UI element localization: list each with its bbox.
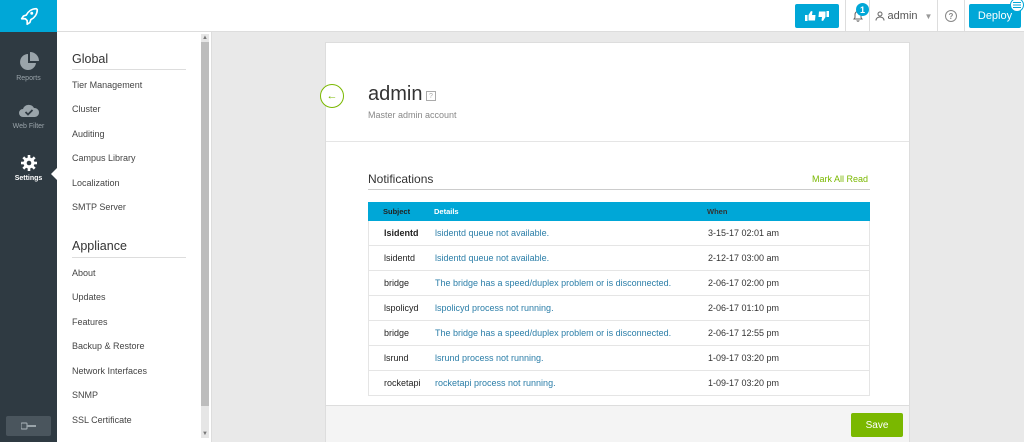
save-button[interactable]: Save <box>851 413 903 437</box>
row-subject: lsidentd <box>384 228 419 238</box>
column-header-subject[interactable]: Subject <box>368 207 419 216</box>
cloud-check-icon <box>18 104 39 117</box>
question-icon: ? <box>945 10 957 22</box>
menu-item-features[interactable]: Features <box>72 317 108 327</box>
back-arrow-icon[interactable]: ← <box>320 84 344 108</box>
notification-count-badge: 1 <box>856 3 869 16</box>
table-row[interactable]: lsrund lsrund process not running. 1-09-… <box>368 346 870 371</box>
row-subject: lsidentd <box>384 253 416 263</box>
table-header: Subject Details When <box>368 202 870 221</box>
menu-section-appliance: Appliance <box>72 239 127 253</box>
rail-label-reports: Reports <box>16 75 41 82</box>
menu-item-about[interactable]: About <box>72 268 96 278</box>
deploy-label: Deploy <box>977 10 1013 22</box>
menu-item-tier-management[interactable]: Tier Management <box>72 80 142 90</box>
row-when: 1-09-17 03:20 pm <box>708 353 780 363</box>
row-details[interactable]: rocketapi process not running. <box>420 378 693 388</box>
feedback-thumbs-button[interactable] <box>795 4 839 28</box>
row-subject: bridge <box>384 278 410 288</box>
table-row[interactable]: lsidentd lsidentd queue not available. 3… <box>368 221 870 246</box>
row-when: 2-12-17 03:00 am <box>708 253 780 263</box>
column-header-when[interactable]: When <box>692 207 870 216</box>
notifications-table: Subject Details When lsidentd lsidentd q… <box>368 202 870 396</box>
rail-item-reports[interactable]: Reports <box>0 52 57 102</box>
menu-item-auditing[interactable]: Auditing <box>72 129 105 139</box>
row-subject: bridge <box>384 328 410 338</box>
table-row[interactable]: bridge The bridge has a speed/duplex pro… <box>368 271 870 296</box>
menu-item-cluster[interactable]: Cluster <box>72 104 101 114</box>
row-details[interactable]: The bridge has a speed/duplex problem or… <box>420 328 693 338</box>
menu-item-ssl-certificate[interactable]: SSL Certificate <box>72 415 132 425</box>
menu-item-updates[interactable]: Updates <box>72 292 106 302</box>
row-when: 3-15-17 02:01 am <box>708 228 780 238</box>
menu-divider <box>72 69 186 70</box>
scroll-up-icon[interactable]: ▲ <box>201 34 209 42</box>
row-details[interactable]: The bridge has a speed/duplex problem or… <box>420 278 693 288</box>
row-subject: lspolicyd <box>384 303 419 313</box>
menu-item-backup-restore[interactable]: Backup & Restore <box>72 341 145 351</box>
mark-all-read-link[interactable]: Mark All Read <box>812 174 868 184</box>
scroll-down-icon[interactable]: ▼ <box>201 430 209 438</box>
menu-divider <box>72 257 186 258</box>
row-details[interactable]: lsidentd queue not available. <box>420 228 693 238</box>
deploy-button[interactable]: Deploy <box>969 0 1024 28</box>
table-row[interactable]: lspolicyd lspolicyd process not running.… <box>368 296 870 321</box>
rail-label-web-filter: Web Filter <box>12 123 45 130</box>
row-details[interactable]: lspolicyd process not running. <box>420 303 693 313</box>
list-icon <box>1010 0 1024 12</box>
menu-section-global: Global <box>72 52 109 66</box>
help-button[interactable]: ? <box>937 0 965 32</box>
key-icon[interactable] <box>6 416 51 436</box>
card-divider <box>326 141 909 142</box>
page-title: admin <box>368 83 423 105</box>
page-subtitle: Master admin account <box>368 110 457 120</box>
rail-label-settings: Settings <box>14 175 43 182</box>
card-footer: Save <box>325 405 910 442</box>
account-card: ← admin ? Master admin account Notificat… <box>320 42 910 442</box>
row-subject: lsrund <box>384 353 409 363</box>
rail-item-settings[interactable]: Settings <box>0 154 57 204</box>
rail-item-web-filter[interactable]: Web Filter <box>0 102 57 152</box>
row-when: 1-09-17 03:20 pm <box>708 378 780 388</box>
row-details[interactable]: lsrund process not running. <box>420 353 693 363</box>
user-icon <box>875 11 885 21</box>
column-header-details[interactable]: Details <box>419 207 692 216</box>
settings-menu: Global Tier Management Cluster Auditing … <box>57 32 212 442</box>
gear-icon <box>20 155 37 171</box>
top-bar: 1 admin ▼ ? Deploy <box>0 0 1024 32</box>
rocket-logo-icon[interactable] <box>0 0 57 32</box>
menu-item-campus-library[interactable]: Campus Library <box>72 153 136 163</box>
table-row[interactable]: bridge The bridge has a speed/duplex pro… <box>368 321 870 346</box>
user-menu-button[interactable]: admin ▼ <box>869 0 937 32</box>
notifications-heading: Notifications <box>368 172 434 186</box>
notifications-bell-button[interactable]: 1 <box>845 0 869 32</box>
menu-scrollbar[interactable]: ▲ ▼ <box>201 34 209 438</box>
row-when: 2-06-17 02:00 pm <box>708 278 780 288</box>
row-when: 2-06-17 12:55 pm <box>708 328 780 338</box>
row-subject: rocketapi <box>384 378 421 388</box>
table-row[interactable]: rocketapi rocketapi process not running.… <box>368 371 870 396</box>
help-icon[interactable]: ? <box>426 91 436 101</box>
pie-chart-icon <box>19 52 39 70</box>
menu-item-snmp[interactable]: SNMP <box>72 390 98 400</box>
row-details[interactable]: lsidentd queue not available. <box>420 253 693 263</box>
scrollbar-thumb[interactable] <box>201 42 209 406</box>
row-when: 2-06-17 01:10 pm <box>708 303 780 313</box>
user-name-label: admin <box>887 10 918 22</box>
menu-item-localization[interactable]: Localization <box>72 178 120 188</box>
chevron-down-icon: ▼ <box>924 11 933 21</box>
notifications-divider <box>368 189 870 190</box>
menu-item-network-interfaces[interactable]: Network Interfaces <box>72 366 147 376</box>
menu-item-smtp-server[interactable]: SMTP Server <box>72 202 126 212</box>
primary-nav-rail: Reports Web Filter Settings <box>0 32 57 442</box>
table-row[interactable]: lsidentd lsidentd queue not available. 2… <box>368 246 870 271</box>
